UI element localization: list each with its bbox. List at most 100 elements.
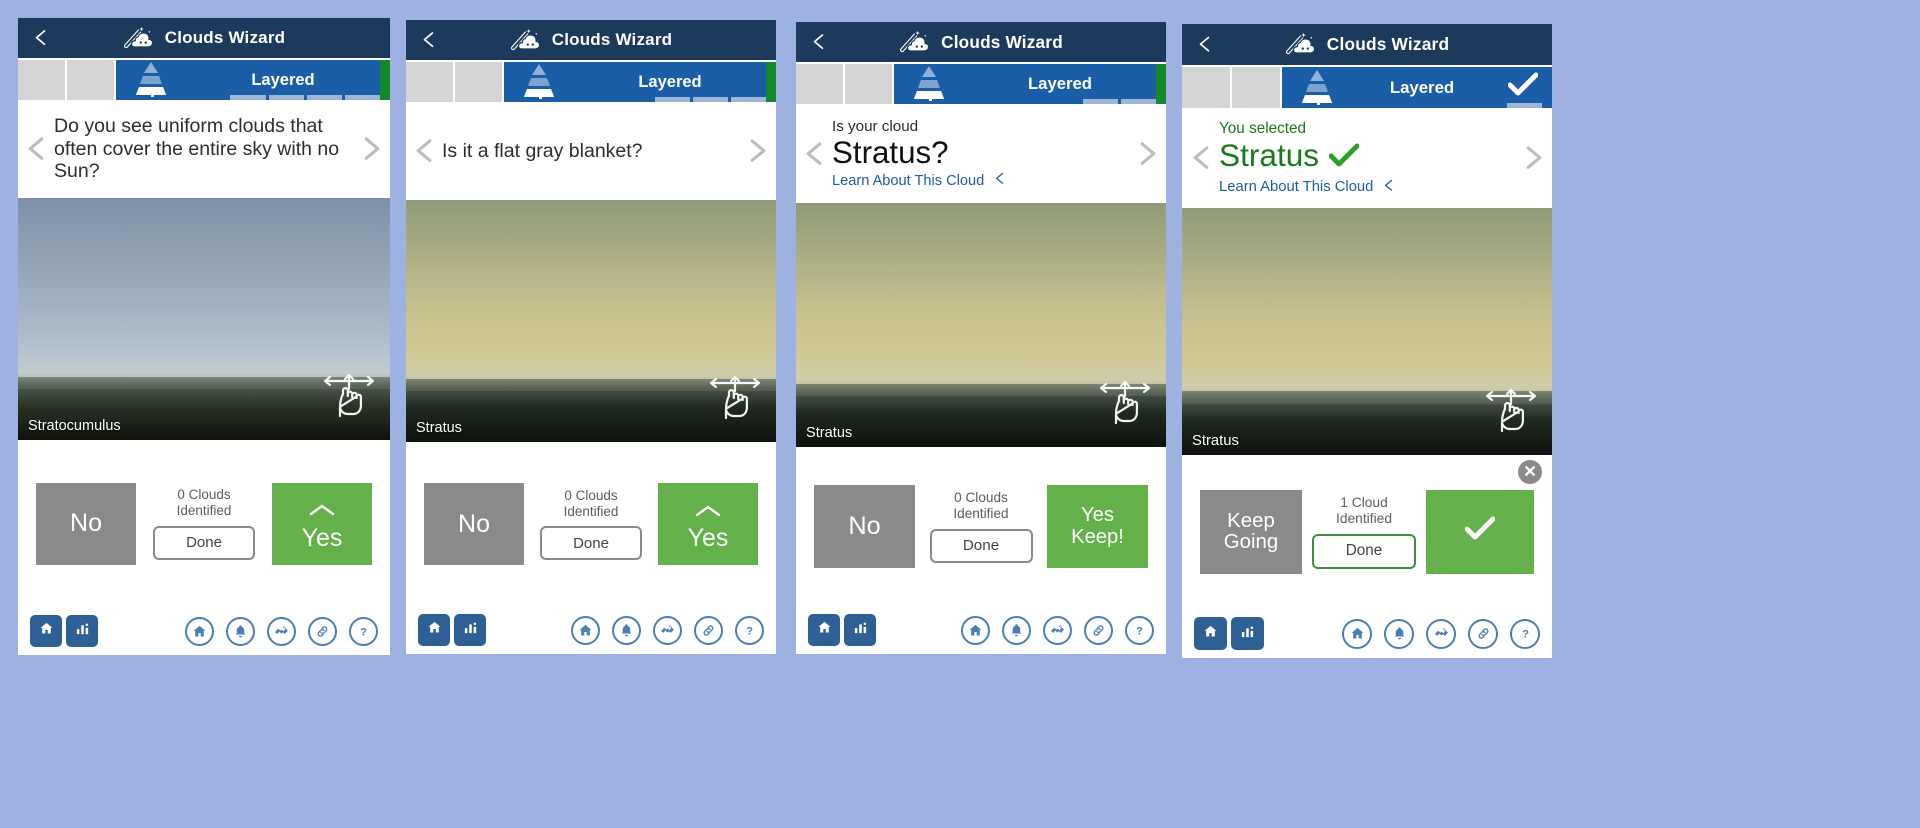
cloud-photo[interactable]: Stratus bbox=[1182, 208, 1552, 455]
drag-hand-icon[interactable] bbox=[1480, 384, 1542, 441]
nav-link-button[interactable] bbox=[1084, 615, 1113, 645]
answer-yes-button[interactable] bbox=[1426, 490, 1534, 574]
tab-layered-label: Layered bbox=[251, 70, 315, 89]
back-button[interactable] bbox=[406, 20, 450, 60]
nav-home-button[interactable] bbox=[1342, 618, 1372, 649]
previous-question-button[interactable] bbox=[406, 138, 442, 163]
done-button[interactable]: Done bbox=[540, 526, 642, 561]
nav-help-button[interactable]: ? bbox=[1510, 618, 1540, 649]
answer-yes-button[interactable]: Yes bbox=[658, 483, 758, 565]
previous-question-button[interactable] bbox=[18, 136, 54, 161]
nav-notifications-button[interactable] bbox=[612, 615, 641, 645]
answer-yes-button[interactable]: Yes bbox=[272, 482, 372, 565]
bell-icon bbox=[619, 623, 634, 638]
layered-cloud-triangle-icon bbox=[910, 64, 948, 104]
tab-arrow-icon bbox=[1156, 64, 1166, 104]
drag-hand-icon[interactable] bbox=[318, 369, 380, 426]
next-question-button[interactable] bbox=[1515, 145, 1552, 170]
link-icon bbox=[1091, 623, 1106, 638]
question-body: Do you see uniform clouds that often cov… bbox=[54, 115, 354, 182]
nav-satellite-button[interactable] bbox=[1426, 618, 1456, 649]
nav-satellite-button[interactable] bbox=[653, 615, 682, 645]
nav-notifications-button[interactable] bbox=[1384, 618, 1414, 649]
done-button[interactable]: Done bbox=[929, 528, 1033, 563]
nav-notifications-button[interactable] bbox=[1002, 615, 1031, 645]
clouds-identified-count: 0 Clouds Identified bbox=[563, 487, 619, 519]
svg-text:?: ? bbox=[1522, 629, 1529, 641]
photo-caption: Stratus bbox=[416, 420, 462, 436]
cloud-photo[interactable]: Stratus bbox=[406, 200, 776, 442]
category-tab-strip: Layered bbox=[18, 58, 390, 100]
previous-question-button[interactable] bbox=[1182, 145, 1219, 170]
nav-home-button[interactable] bbox=[961, 615, 990, 645]
tab-placeholder-left-1[interactable] bbox=[796, 64, 843, 104]
done-button[interactable]: Done bbox=[153, 525, 255, 560]
nav-satellite-button[interactable] bbox=[267, 616, 296, 646]
nav-link-button[interactable] bbox=[308, 616, 337, 646]
back-button[interactable] bbox=[1182, 24, 1227, 65]
cloud-wand-icon bbox=[1285, 29, 1319, 60]
done-button[interactable]: Done bbox=[1312, 533, 1416, 569]
answer-buttons-row: No 0 Clouds Identified Done Yes bbox=[406, 442, 776, 606]
data-square-button[interactable] bbox=[844, 614, 876, 646]
answer-yes-button[interactable]: Yes Keep! bbox=[1047, 485, 1148, 568]
header-title-group: Clouds Wizard bbox=[1182, 29, 1552, 60]
question-text: Do you see uniform clouds that often cov… bbox=[54, 115, 340, 183]
nav-satellite-button[interactable] bbox=[1043, 615, 1072, 645]
answer-no-button[interactable]: Keep Going bbox=[1200, 490, 1302, 574]
learn-about-cloud-label: Learn About This Cloud bbox=[1219, 179, 1374, 196]
answer-no-button[interactable]: No bbox=[36, 482, 136, 565]
tab-placeholder-left-2[interactable] bbox=[845, 64, 892, 104]
nav-link-button[interactable] bbox=[694, 615, 723, 645]
tab-placeholder-left-1[interactable] bbox=[1182, 67, 1230, 108]
nav-home-button[interactable] bbox=[571, 615, 600, 645]
question-area: Is your cloud Stratus? Learn About This Cl… bbox=[796, 104, 1166, 203]
nav-help-button[interactable]: ? bbox=[1125, 615, 1154, 645]
back-button[interactable] bbox=[18, 18, 62, 58]
home-square-button[interactable] bbox=[418, 614, 450, 646]
tab-placeholder-left-2[interactable] bbox=[455, 62, 502, 102]
svg-text:?: ? bbox=[746, 625, 753, 637]
home-square-button[interactable] bbox=[30, 615, 62, 647]
tab-placeholder-left-1[interactable] bbox=[18, 60, 65, 100]
home-square-button[interactable] bbox=[808, 614, 840, 646]
cloud-photo[interactable]: Stratus bbox=[796, 203, 1166, 447]
tab-placeholder-left-2[interactable] bbox=[67, 60, 114, 100]
data-square-button[interactable] bbox=[66, 615, 98, 647]
previous-question-button[interactable] bbox=[796, 141, 832, 166]
bottom-navigation: ? bbox=[796, 606, 1166, 654]
bell-icon bbox=[233, 624, 248, 639]
answer-buttons-row: ✕ Keep Going 1 Cloud Identified Done bbox=[1182, 455, 1552, 609]
close-x-icon[interactable]: ✕ bbox=[1516, 458, 1544, 486]
drag-hand-icon[interactable] bbox=[1094, 376, 1156, 433]
next-question-button[interactable] bbox=[740, 138, 776, 163]
drag-hand-icon[interactable] bbox=[704, 371, 766, 428]
category-tab-strip: Layered bbox=[796, 62, 1166, 104]
panel-confirm-stratus: Clouds Wizard Layered Is your cloud Stratus… bbox=[796, 22, 1166, 654]
nav-notifications-button[interactable] bbox=[226, 616, 255, 646]
answer-no-button[interactable]: No bbox=[814, 485, 915, 568]
data-square-button[interactable] bbox=[1231, 617, 1264, 650]
cloud-photo[interactable]: Stratocumulus bbox=[18, 198, 390, 440]
tab-layered[interactable]: Layered bbox=[1282, 67, 1552, 108]
learn-about-cloud-link[interactable]: Learn About This Cloud bbox=[1219, 179, 1515, 196]
learn-about-cloud-link[interactable]: Learn About This Cloud bbox=[832, 172, 1130, 189]
nav-link-button[interactable] bbox=[1468, 618, 1498, 649]
data-square-button[interactable] bbox=[454, 614, 486, 646]
panel-question-uniform: Clouds Wizard Layered Do you see uniform c… bbox=[18, 18, 390, 655]
tab-layered[interactable]: Layered bbox=[894, 64, 1166, 104]
answer-no-button[interactable]: No bbox=[424, 483, 524, 565]
tab-layered[interactable]: Layered bbox=[116, 60, 390, 100]
tab-layered[interactable]: Layered bbox=[504, 62, 776, 102]
tab-placeholder-left-2[interactable] bbox=[1232, 67, 1280, 108]
tab-placeholder-left-1[interactable] bbox=[406, 62, 453, 102]
bottom-nav-left-group bbox=[30, 615, 98, 647]
nav-home-button[interactable] bbox=[185, 616, 214, 646]
nav-help-button[interactable]: ? bbox=[349, 616, 378, 646]
next-question-button[interactable] bbox=[1130, 141, 1166, 166]
nav-help-button[interactable]: ? bbox=[735, 615, 764, 645]
check-icon bbox=[1328, 143, 1360, 175]
next-question-button[interactable] bbox=[354, 136, 390, 161]
home-square-button[interactable] bbox=[1194, 617, 1227, 650]
back-button[interactable] bbox=[796, 22, 840, 62]
